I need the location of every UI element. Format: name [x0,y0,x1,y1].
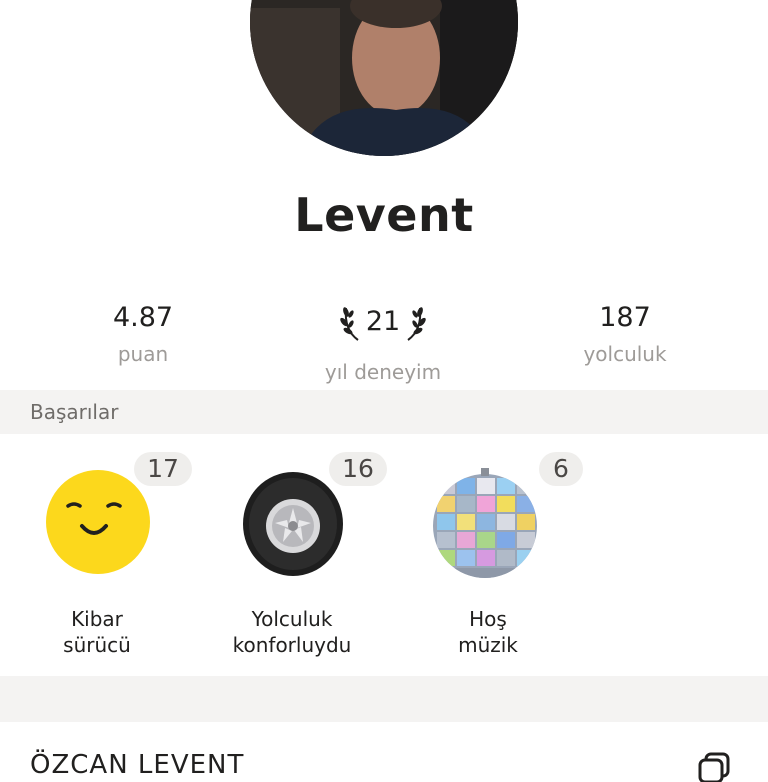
stat-experience: 21 yıl deneyim [283,300,483,390]
achievement-kind-driver[interactable]: 17 Kibar sürücü [0,448,202,668]
stat-trips: 187 yolculuk [525,300,725,372]
achievements-title: Başarılar [30,400,119,424]
laurel-right-icon [407,307,426,341]
achievement-label-line2: müzik [458,633,518,657]
achievement-comfortable-ride[interactable]: 16 Yolculuk konforluydu [187,448,397,668]
achievement-count-badge: 6 [539,452,583,486]
achievement-label-line2: sürücü [63,633,131,657]
achievement-label-line1: Kibar [71,607,123,631]
achievement-label-line1: Hoş [469,607,507,631]
section-separator [0,676,768,722]
laurel-left-icon [340,307,359,341]
company-name: ÖZCAN LEVENT [30,750,245,780]
experience-value: 21 [365,306,401,337]
driver-photo-icon [250,0,518,156]
achievement-label-line2: konforluydu [232,633,352,657]
driver-name: Levent [294,188,474,242]
achievement-label-line1: Yolculuk [251,607,333,631]
rating-label: puan [117,342,169,366]
copy-icon[interactable] [696,752,736,782]
trips-value: 187 [599,302,651,333]
rating-value: 4.87 [112,302,174,333]
disco-ball-icon [433,468,537,578]
trips-label: yolculuk [583,342,667,366]
smiley-icon [46,470,150,574]
experience-label: yıl deneyim [324,360,442,384]
achievement-nice-music[interactable]: 6 Hoş müzik [383,448,593,668]
tire-icon [243,472,343,576]
driver-avatar [250,0,518,156]
stat-rating: 4.87 puan [43,300,243,372]
